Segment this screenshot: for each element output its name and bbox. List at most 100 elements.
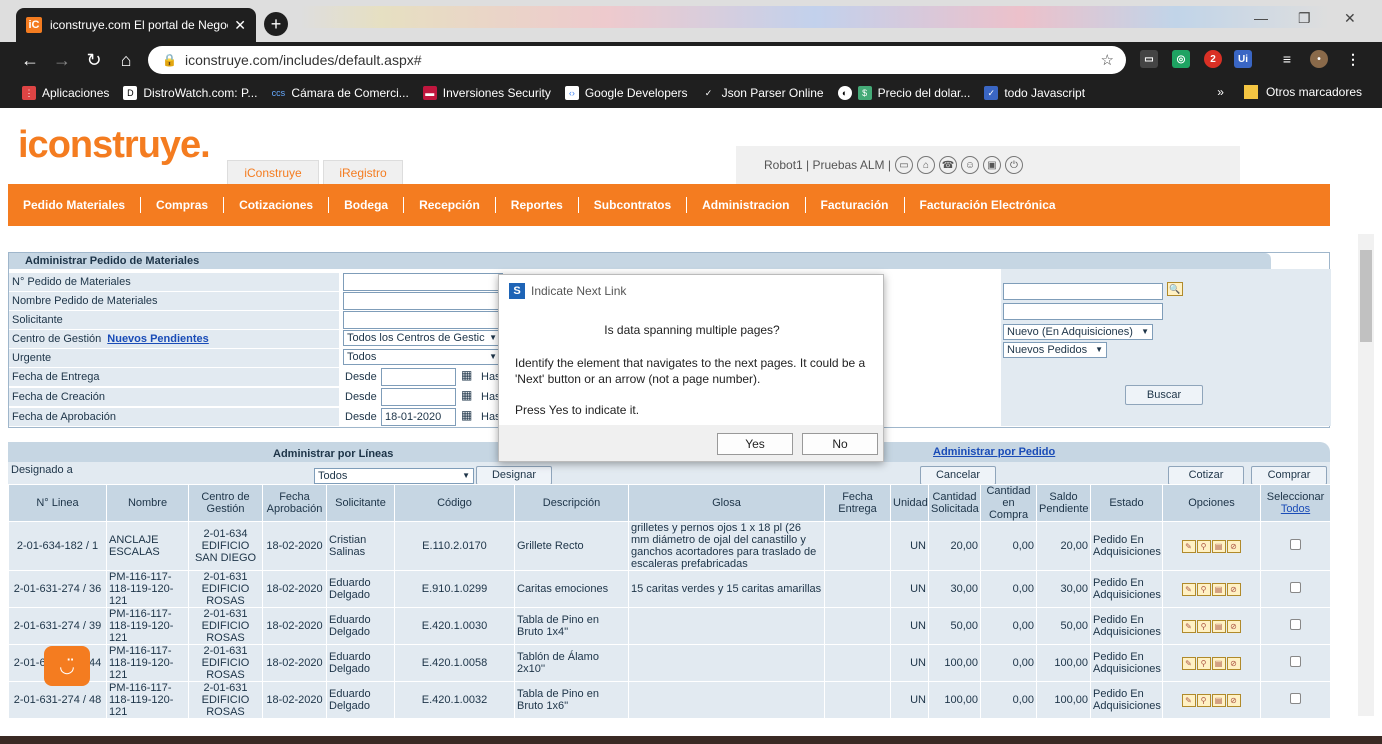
user-icon[interactable]: ☺ [960,156,979,174]
scroll-thumb[interactable] [1360,250,1372,342]
calendar-icon[interactable]: ▦ [461,368,472,382]
menu-facturacion-electronica[interactable]: Facturación Electrónica [905,197,1071,213]
menu-facturacion[interactable]: Facturación [806,197,905,213]
tipo-select[interactable]: Nuevos Pedidos ▼ [1003,342,1107,358]
bookmark-dolar[interactable]: ◐ $ Precio del dolar... [837,86,970,100]
menu-compras[interactable]: Compras [141,197,225,213]
menu-recepcion[interactable]: Recepción [404,197,496,213]
extension-badge-icon[interactable]: 2 [1204,50,1222,68]
document-icon[interactable]: ▤ [1211,656,1226,670]
centro-gestion-select[interactable]: Todos los Centros de Gestic ▼ [343,330,501,346]
solicitante-input[interactable] [343,311,503,329]
bookmark-google-dev[interactable]: ‹› Google Developers [564,86,688,100]
header-fecha-aprobacion[interactable]: Fecha Aprobación [262,484,327,522]
right-filter-input-2[interactable] [1003,303,1163,320]
fecha-entrega-desde-input[interactable] [381,368,456,386]
menu-bodega[interactable]: Bodega [329,197,405,213]
profile-avatar[interactable]: • [1310,50,1328,68]
header-codigo[interactable]: Código [394,484,515,522]
bookmark-camara[interactable]: ccs Cámara de Comerci... [271,86,409,100]
phone-icon[interactable]: ☎ [938,156,957,174]
row-checkbox[interactable] [1290,619,1301,630]
extension-green-icon[interactable]: ◎ [1172,50,1190,68]
nombre-pedido-input[interactable] [343,292,503,310]
iconstruye-logo[interactable]: iconstruye. [18,124,211,167]
header-solicitante[interactable]: Solicitante [326,484,395,522]
edit-icon[interactable]: ✎ [1181,656,1196,670]
other-bookmarks[interactable]: Otros marcadores [1266,85,1362,99]
numero-pedido-input[interactable] [343,273,503,291]
account-icon[interactable]: ▭ [894,156,913,174]
calendar-icon[interactable]: ▦ [461,408,472,422]
no-button[interactable]: No [802,433,878,455]
search-icon[interactable]: ⚲ [1196,693,1211,707]
cancel-icon[interactable]: ⊘ [1226,619,1241,633]
header-nombre[interactable]: Nombre [106,484,189,522]
table-row[interactable]: 2-01-631-274 / 39 PM-116-117-118-119-120-… [8,607,1331,645]
media-icon[interactable]: ≡ [1278,50,1296,68]
bookmark-security[interactable]: ▬ Inversiones Security [422,86,551,100]
header-cantidad-solicitada[interactable]: Cantidad Solicitada [928,484,981,522]
header-fecha-entrega[interactable]: Fecha Entrega [824,484,891,522]
row-checkbox[interactable] [1290,539,1301,550]
cancel-icon[interactable]: ⊘ [1226,539,1241,553]
forward-icon[interactable]: → [46,50,78,71]
maximize-icon[interactable]: ❐ [1298,10,1311,27]
cotizar-button[interactable]: Cotizar [1168,466,1244,485]
browser-tab[interactable]: iC iconstruye.com El portal de Negocios … [16,8,256,42]
header-linea[interactable]: N° Linea [8,484,107,522]
power-icon[interactable]: ⏻ [1004,156,1023,174]
lock-site-icon[interactable]: ▣ [982,156,1001,174]
search-icon[interactable]: ⚲ [1196,582,1211,596]
search-icon[interactable]: ⚲ [1196,619,1211,633]
page-scrollbar[interactable] [1358,234,1374,716]
table-row[interactable]: 2-01-631-274 / 48 PM-116-117-118-119-120-… [8,681,1331,719]
menu-pedido-materiales[interactable]: Pedido Materiales [8,197,142,213]
edit-icon[interactable]: ✎ [1181,619,1196,633]
cancelar-button[interactable]: Cancelar [920,466,996,485]
reload-icon[interactable]: ↻ [78,50,110,71]
table-row[interactable]: 2-01-631-274 / 44PM-116-117-118-119-120-… [8,644,1331,682]
header-centro[interactable]: Centro de Gestión [188,484,263,522]
header-saldo[interactable]: Saldo Pendiente [1036,484,1091,522]
header-descripcion[interactable]: Descripción [514,484,629,522]
edit-icon[interactable]: ✎ [1181,539,1196,553]
select-all-link[interactable]: Todos [1281,503,1310,515]
row-checkbox[interactable] [1290,656,1301,667]
menu-reportes[interactable]: Reportes [496,197,579,213]
cancel-icon[interactable]: ⊘ [1226,656,1241,670]
tab-iregistro[interactable]: iRegistro [323,160,403,184]
close-tab-icon[interactable]: ✕ [234,17,246,34]
edit-icon[interactable]: ✎ [1181,582,1196,596]
header-cantidad-compra[interactable]: Cantidad en Compra [980,484,1037,522]
menu-administracion[interactable]: Administracion [687,197,806,213]
menu-cotizaciones[interactable]: Cotizaciones [224,197,330,213]
home-site-icon[interactable]: ⌂ [916,156,935,174]
header-glosa[interactable]: Glosa [628,484,825,522]
fecha-aprobacion-desde-input[interactable]: 18-01-2020 [381,408,456,426]
calendar-icon[interactable]: ▦ [461,388,472,402]
document-icon[interactable]: ▤ [1211,582,1226,596]
fecha-creacion-desde-input[interactable] [381,388,456,406]
cast-icon[interactable]: ▭ [1140,50,1158,68]
document-icon[interactable]: ▤ [1211,619,1226,633]
table-row[interactable]: 2-01-634-182 / 1 ANCLAJE ESCALAS 2-01-634 … [8,521,1331,571]
tab-administrar-pedido[interactable]: Administrar por Pedido [933,446,1055,458]
chat-widget[interactable]: ◡̈ [44,646,90,686]
new-tab-button[interactable]: + [264,12,288,36]
nuevos-pendientes-link[interactable]: Nuevos Pendientes [107,333,208,345]
bookmarks-overflow-button[interactable]: » [1217,85,1224,99]
row-checkbox[interactable] [1290,693,1301,704]
estado-select[interactable]: Nuevo (En Adquisiciones) ▼ [1003,324,1153,340]
tab-administrar-lineas[interactable]: Administrar por Líneas [273,448,393,460]
bookmark-star-icon[interactable]: ☆ [1101,51,1114,69]
bookmark-distrowatch[interactable]: D DistroWatch.com: P... [123,86,257,100]
bookmark-javascript[interactable]: ✓ todo Javascript [984,86,1085,100]
menu-subcontratos[interactable]: Subcontratos [579,197,688,213]
comprar-button[interactable]: Comprar [1251,466,1327,485]
back-icon[interactable]: ← [14,50,46,71]
home-icon[interactable]: ⌂ [110,50,142,71]
urgente-select[interactable]: Todos ▼ [343,349,501,365]
search-icon[interactable]: ⚲ [1196,656,1211,670]
row-checkbox[interactable] [1290,582,1301,593]
